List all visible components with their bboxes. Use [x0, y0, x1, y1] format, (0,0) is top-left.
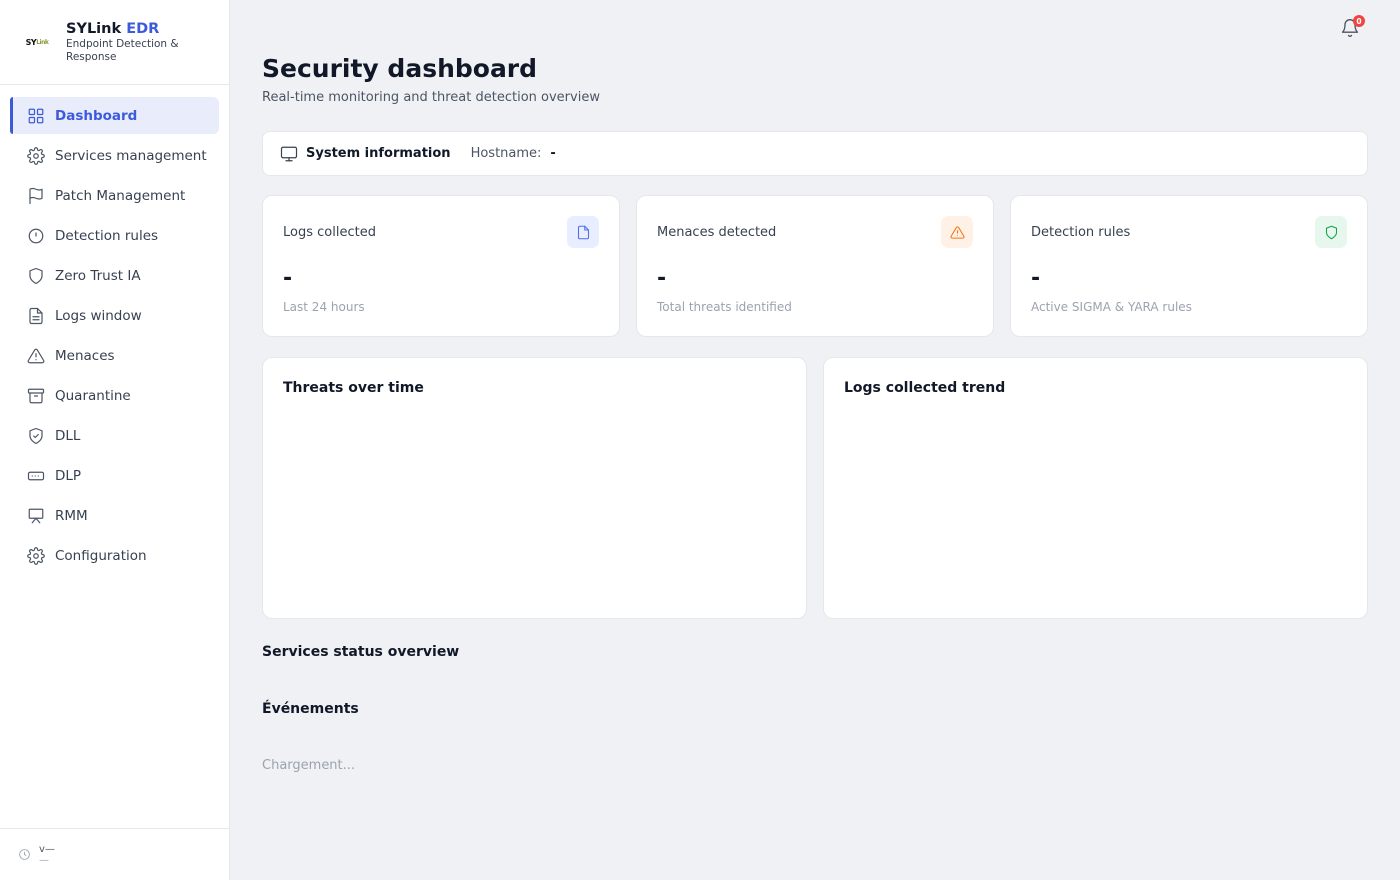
sidebar-item-patch-management[interactable]: Patch Management: [10, 177, 219, 214]
stat-card-title: Logs collected: [283, 225, 376, 240]
sidebar-item-configuration[interactable]: Configuration: [10, 537, 219, 574]
hostname-label: Hostname:: [470, 146, 542, 161]
sidebar-item-label: Services management: [55, 147, 207, 164]
file-icon: [567, 216, 599, 248]
sidebar-item-label: Patch Management: [55, 187, 186, 204]
sidebar-item-zero-trust-ia[interactable]: Zero Trust IA: [10, 257, 219, 294]
panel-title: Threats over time: [283, 380, 424, 396]
sidebar-item-label: DLL: [55, 427, 81, 444]
stat-card-title: Menaces detected: [657, 225, 777, 240]
sidebar-item-quarantine[interactable]: Quarantine: [10, 377, 219, 414]
sidebar-nav: Dashboard Services management Patch Mana…: [0, 85, 229, 574]
system-information-bar: System information Hostname: -: [262, 131, 1368, 176]
presentation-icon: [26, 506, 46, 526]
sidebar-item-label: Logs window: [55, 307, 142, 324]
sidebar-item-services-management[interactable]: Services management: [10, 137, 219, 174]
gear-icon: [26, 146, 46, 166]
stats-cards: Logs collected - Last 24 hours Menaces d…: [262, 195, 1368, 337]
sidebar-item-label: RMM: [55, 507, 88, 524]
gear-icon: [26, 546, 46, 566]
sidebar-item-label: Zero Trust IA: [55, 267, 141, 284]
brand-header: SY Link SYLink EDR Endpoint Detection & R…: [0, 0, 229, 85]
grid-icon: [26, 106, 46, 126]
sidebar-item-menaces[interactable]: Menaces: [10, 337, 219, 374]
stat-card-value: -: [283, 266, 293, 291]
stat-card-value: -: [657, 266, 667, 291]
sidebar-item-label: Dashboard: [55, 107, 138, 124]
sidebar: SY Link SYLink EDR Endpoint Detection & R…: [0, 0, 230, 880]
services-status-title: Services status overview: [262, 644, 460, 660]
notifications-button[interactable]: 0: [1340, 15, 1365, 40]
flag-icon: [26, 186, 46, 206]
shield-check-icon: [26, 426, 46, 446]
sidebar-item-logs-window[interactable]: Logs window: [10, 297, 219, 334]
hostname-value: -: [550, 146, 556, 161]
sidebar-item-label: Menaces: [55, 347, 115, 364]
sidebar-item-dashboard[interactable]: Dashboard: [10, 97, 219, 134]
page-title: Security dashboard: [262, 54, 538, 83]
monitor-icon: [280, 146, 298, 161]
alert-circle-icon: [26, 226, 46, 246]
sidebar-item-detection-rules[interactable]: Detection rules: [10, 217, 219, 254]
sidebar-item-rmm[interactable]: RMM: [10, 497, 219, 534]
warning-triangle-icon: [26, 346, 46, 366]
page-subtitle: Real-time monitoring and threat detectio…: [262, 90, 600, 105]
brand-subtitle: Endpoint Detection & Response: [66, 38, 179, 63]
stat-card-value: -: [1031, 266, 1041, 291]
file-text-icon: [26, 306, 46, 326]
sidebar-item-label: DLP: [55, 467, 82, 484]
stat-card-logs-collected: Logs collected - Last 24 hours: [262, 195, 620, 337]
sidebar-item-label: Detection rules: [55, 227, 159, 244]
logs-collected-trend-panel: Logs collected trend: [823, 357, 1368, 619]
sidebar-item-dlp[interactable]: DLP: [10, 457, 219, 494]
brand-name: SYLink EDR: [66, 21, 160, 37]
notification-badge: 0: [1353, 15, 1365, 27]
stat-card-subtitle: Last 24 hours: [283, 300, 365, 314]
archive-icon: [26, 386, 46, 406]
warning-icon: [941, 216, 973, 248]
system-information-title: System information: [306, 146, 451, 161]
sylink-logo[interactable]: SY Link: [22, 27, 52, 57]
events-title: Événements: [262, 701, 359, 717]
sidebar-item-dll[interactable]: DLL: [10, 417, 219, 454]
version-info: v— —: [39, 843, 55, 866]
stat-card-detection-rules: Detection rules - Active SIGMA & YARA ru…: [1010, 195, 1368, 337]
sidebar-item-label: Configuration: [55, 547, 147, 564]
loading-text: Chargement...: [262, 758, 356, 773]
stat-card-menaces-detected: Menaces detected - Total threats identif…: [636, 195, 994, 337]
threats-over-time-panel: Threats over time: [262, 357, 807, 619]
shield-icon: [1315, 216, 1347, 248]
stat-card-subtitle: Total threats identified: [657, 300, 792, 314]
sidebar-footer: v— —: [0, 828, 229, 880]
stat-card-subtitle: Active SIGMA & YARA rules: [1031, 300, 1192, 314]
stat-card-title: Detection rules: [1031, 225, 1131, 240]
panel-title: Logs collected trend: [844, 380, 1006, 396]
shield-icon: [26, 266, 46, 286]
sidebar-item-label: Quarantine: [55, 387, 131, 404]
card-dots-icon: [26, 466, 46, 486]
clock-icon: [19, 849, 30, 860]
